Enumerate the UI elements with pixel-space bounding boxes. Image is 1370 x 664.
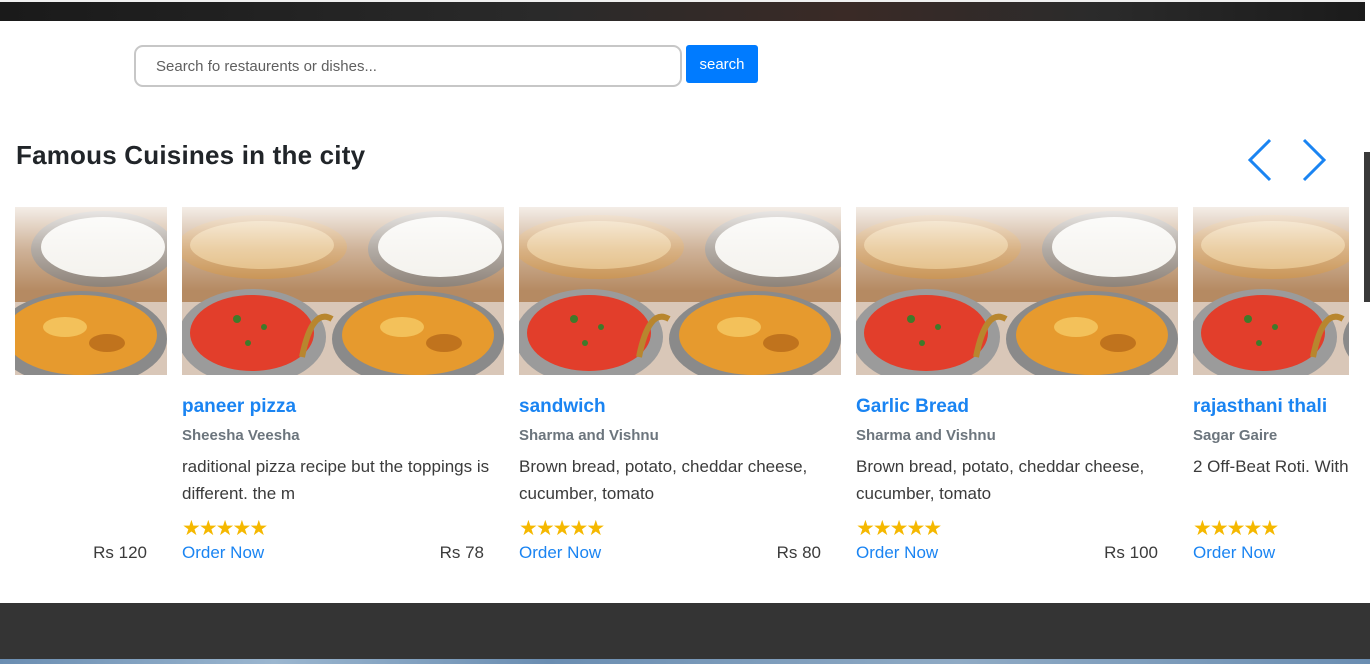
cuisine-carousel: ... origin ... y round,★★★★★Order NowRs … — [15, 207, 1349, 587]
rating-stars: ★★★★★ — [856, 517, 942, 541]
search-input[interactable] — [134, 45, 682, 87]
order-now-link[interactable]: Order Now — [856, 543, 938, 563]
restaurant-name: Sharma and Vishnu — [519, 427, 659, 444]
price-label: Rs 100 — [1104, 543, 1158, 562]
rating-stars: ★★★★★ — [182, 517, 268, 541]
star-icon: ★ — [198, 517, 218, 540]
dish-description: raditional pizza recipe but the toppings… — [182, 457, 490, 503]
rating-stars: ★★★★★ — [519, 517, 605, 541]
dish-description: Brown bread, potato, cheddar cheese, cuc… — [519, 457, 808, 503]
dish-description: Brown bread, potato, cheddar cheese, cuc… — [856, 457, 1145, 503]
cuisine-card: ... origin ... y round,★★★★★Order NowRs … — [15, 207, 167, 587]
search-button[interactable]: search — [686, 45, 758, 83]
footer — [0, 603, 1370, 664]
dish-title[interactable]: sandwich — [519, 396, 606, 418]
price-label: Rs 78 — [439, 543, 484, 562]
section-title: Famous Cuisines in the city — [16, 140, 366, 170]
star-icon: ★ — [1243, 517, 1262, 540]
star-icon: ★ — [535, 517, 555, 540]
dish-description: 2 Off-Beat Roti. With makka — [1193, 457, 1349, 476]
star-icon: ★ — [906, 517, 925, 540]
star-icon: ★ — [586, 517, 605, 540]
cuisine-card: sandwich Sharma and Vishnu Brown bread, po… — [519, 207, 841, 587]
order-now-link[interactable]: Order Now — [1193, 543, 1275, 563]
dish-image[interactable] — [1193, 207, 1349, 375]
dish-title[interactable]: paneer pizza — [182, 396, 296, 418]
top-banner-image — [0, 0, 1365, 21]
order-now-link[interactable]: Order Now — [519, 543, 601, 563]
order-now-link[interactable]: Order Now — [182, 543, 264, 563]
star-icon: ★ — [872, 517, 892, 540]
rating-stars: ★★★★★ — [1193, 517, 1279, 541]
restaurant-name: Sharma and Vishnu — [856, 427, 996, 444]
cuisine-card: paneer pizza Sheesha Veesha raditional piz… — [182, 207, 504, 587]
dish-title[interactable]: rajasthani thali — [1193, 396, 1327, 418]
star-icon: ★ — [923, 517, 942, 540]
star-icon: ★ — [1226, 517, 1246, 540]
dish-title[interactable]: Garlic Bread — [856, 396, 969, 418]
chevron-left-icon[interactable] — [1244, 136, 1276, 184]
price-label: Rs 120 — [93, 543, 147, 562]
os-taskbar — [0, 659, 1370, 664]
cuisine-card: Garlic Bread Sharma and Vishnu Brown bread… — [856, 207, 1178, 587]
star-icon: ★ — [1209, 517, 1229, 540]
price-label: Rs 80 — [776, 543, 821, 562]
dish-image[interactable] — [519, 207, 841, 375]
dish-image[interactable] — [182, 207, 504, 375]
star-icon: ★ — [215, 517, 235, 540]
star-icon: ★ — [232, 517, 251, 540]
star-icon: ★ — [1193, 517, 1212, 540]
dish-image[interactable] — [15, 207, 167, 375]
scrollbar[interactable] — [1364, 152, 1370, 302]
star-icon: ★ — [856, 517, 875, 540]
star-icon: ★ — [569, 517, 588, 540]
restaurant-name: Sheesha Veesha — [182, 427, 300, 444]
star-icon: ★ — [1260, 517, 1279, 540]
cuisine-card: rajasthani thali Sagar Gaire 2 Off-Beat Ro… — [1193, 207, 1349, 587]
dish-description: ... origin ... y round, — [15, 453, 167, 509]
chevron-right-icon[interactable] — [1298, 136, 1330, 184]
star-icon: ★ — [552, 517, 572, 540]
restaurant-name: Sagar Gaire — [1193, 427, 1278, 444]
dish-image[interactable] — [856, 207, 1178, 375]
star-icon: ★ — [182, 517, 201, 540]
star-icon: ★ — [249, 517, 268, 540]
star-icon: ★ — [519, 517, 538, 540]
star-icon: ★ — [889, 517, 909, 540]
